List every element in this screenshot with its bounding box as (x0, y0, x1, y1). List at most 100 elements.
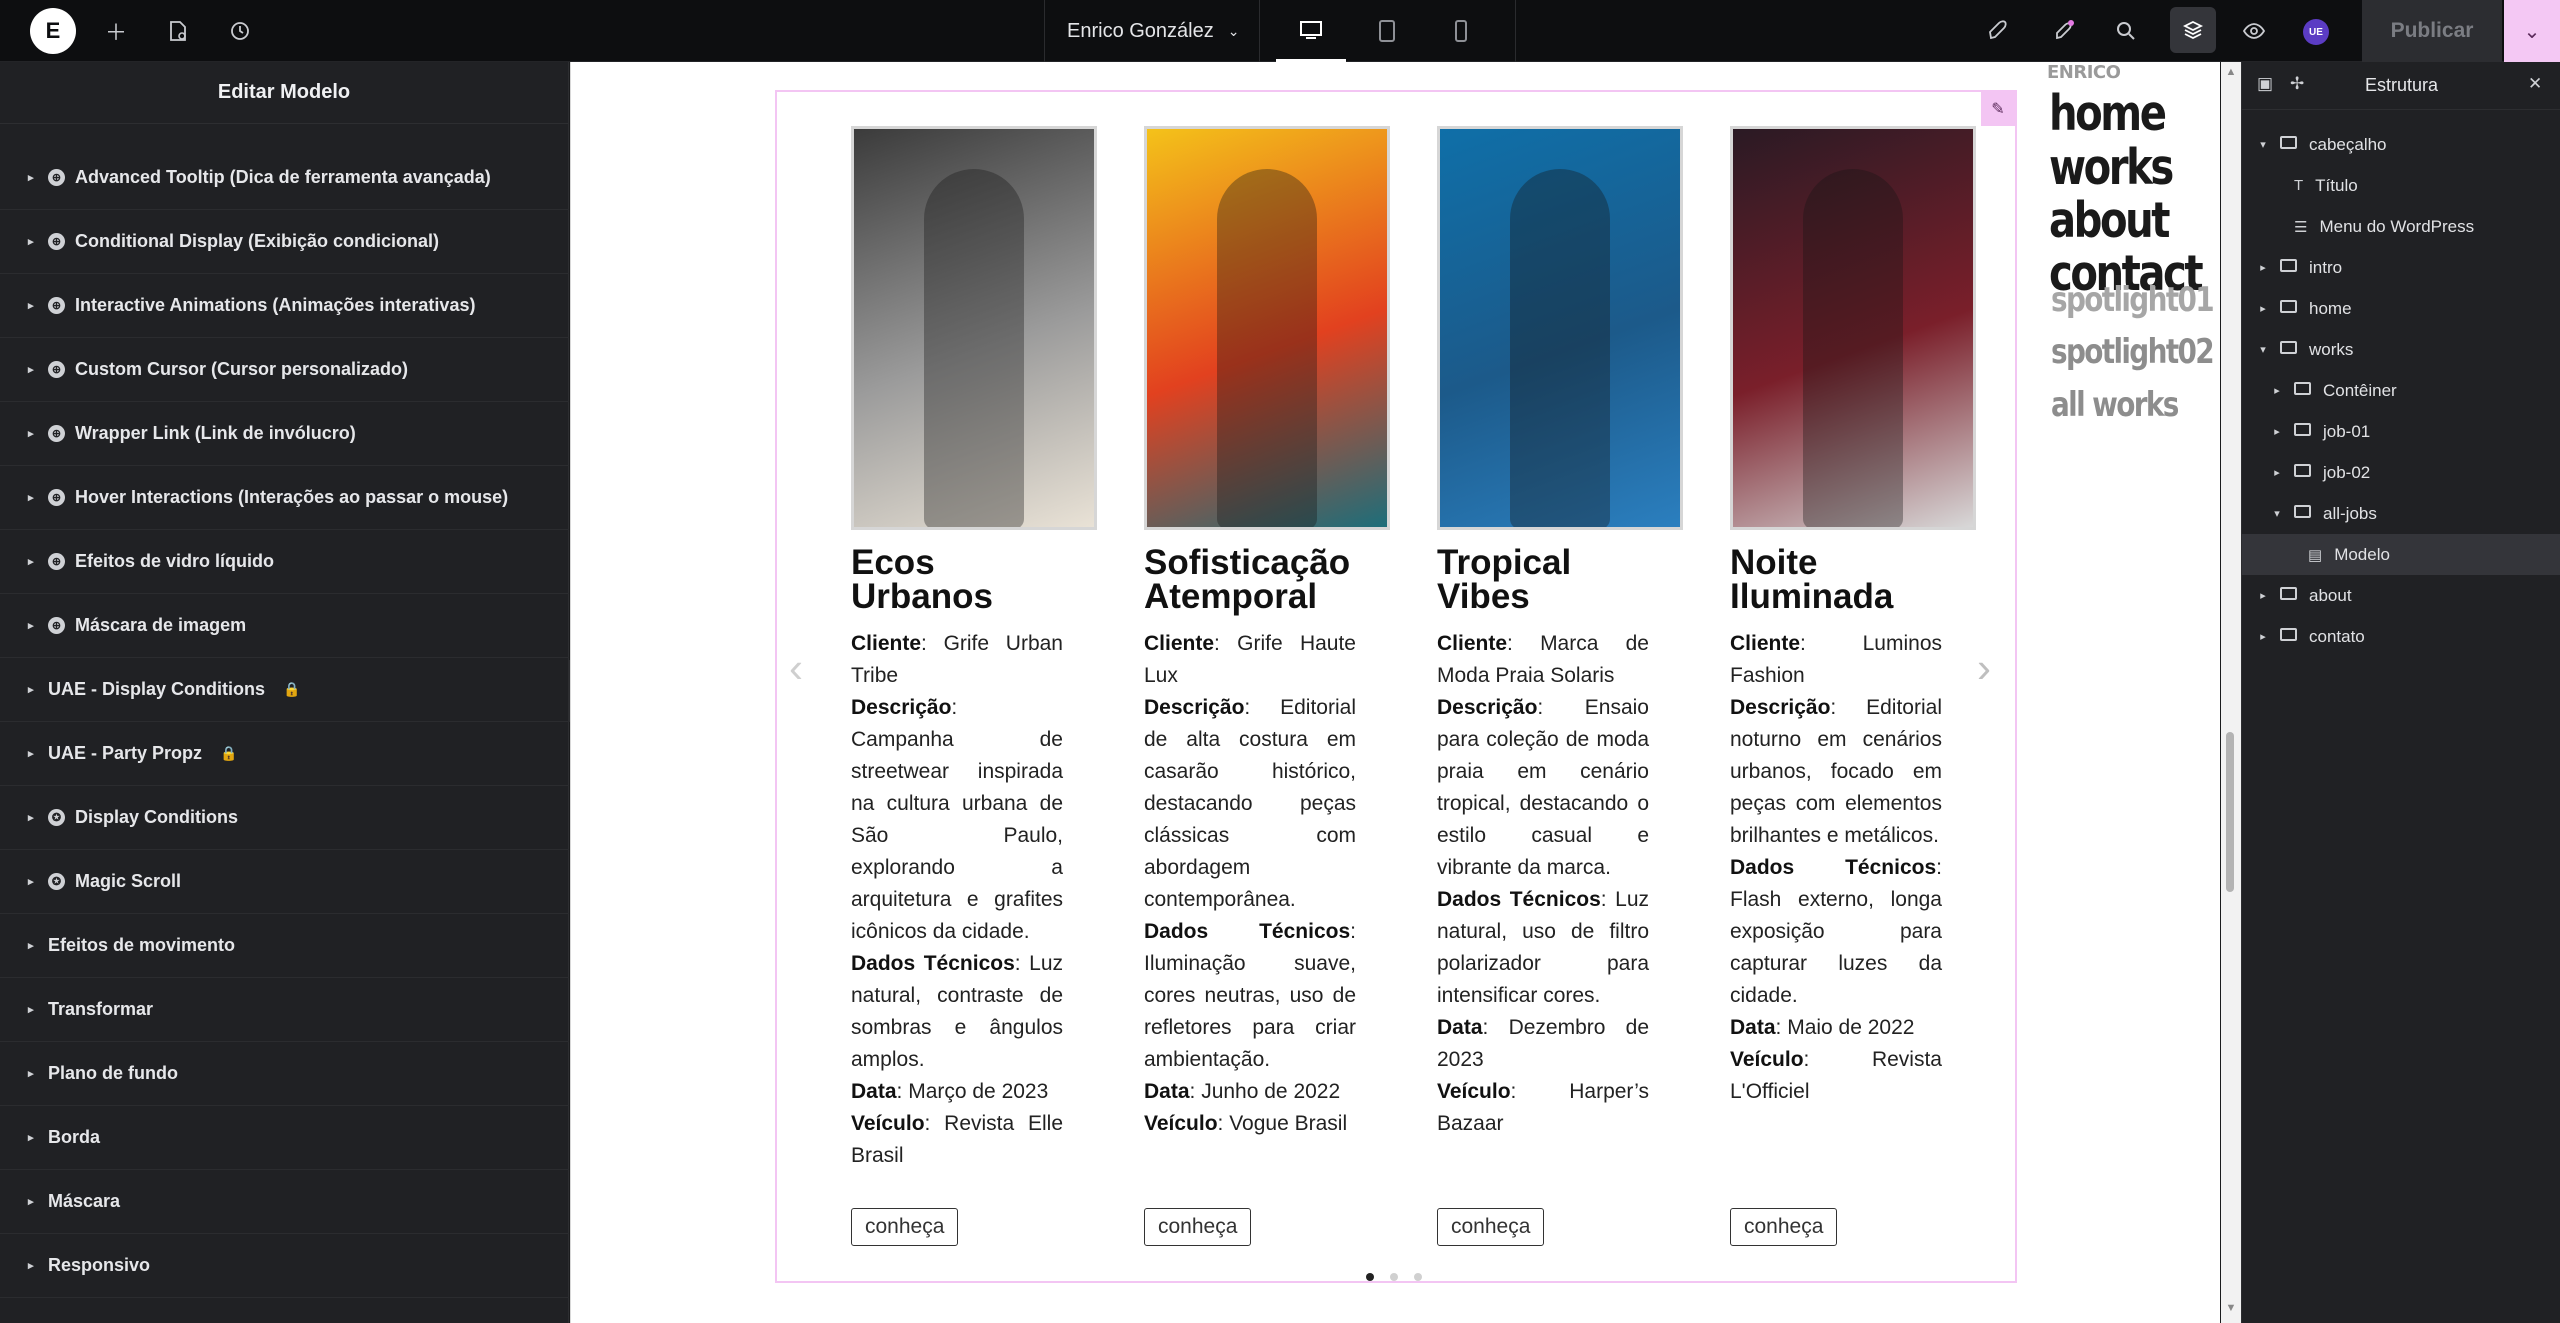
edit-pencil-icon[interactable]: ✎ (1981, 92, 2015, 126)
caret-right-icon[interactable]: ▸ (2256, 589, 2270, 602)
settings-section-6[interactable]: ▸ ⊕ Efeitos de vidro líquido (0, 530, 569, 594)
elementor-logo-icon[interactable]: E (30, 8, 76, 54)
panel-title: Editar Modelo (0, 62, 568, 124)
settings-section-5[interactable]: ▸ ⊕ Hover Interactions (Interações ao pass… (0, 466, 569, 530)
scroll-thumb[interactable] (2226, 732, 2234, 892)
tree-item-cabe-alho[interactable]: ▾ cabeçalho (2242, 124, 2560, 165)
tree-item-menu-do-wordpress[interactable]: ☰ Menu do WordPress (2242, 206, 2560, 247)
carousel-next-arrow-icon[interactable]: › (1977, 644, 1991, 692)
nav-link-works[interactable]: works (2049, 142, 2174, 194)
settings-section-17[interactable]: ▸ Responsivo (0, 1234, 569, 1298)
nav-link-home[interactable]: home (2049, 88, 2167, 140)
desktop-view-icon[interactable] (1276, 0, 1346, 62)
work-photo[interactable] (1730, 126, 1976, 530)
work-photo[interactable] (1437, 126, 1683, 530)
settings-section-15[interactable]: ▸ Borda (0, 1106, 569, 1170)
tree-item-label: Modelo (2334, 544, 2390, 564)
know-more-button[interactable]: conheça (1144, 1208, 1252, 1246)
canvas-scrollbar[interactable]: ▲ ▼ (2221, 62, 2241, 1323)
work-photo[interactable] (851, 126, 1097, 530)
tree-item-label: home (2309, 298, 2352, 318)
settings-section-3[interactable]: ▸ ⊕ Custom Cursor (Cursor personalizado) (0, 338, 569, 402)
pro-icon: ✪ (48, 809, 65, 826)
tree-item-contato[interactable]: ▸ contato (2242, 616, 2560, 657)
mobile-view-icon[interactable] (1426, 0, 1496, 62)
settings-section-13[interactable]: ▸ Transformar (0, 978, 569, 1042)
top-bar: E ＋ Enrico González ⌄ UE Publicar ⌄ (0, 0, 2560, 62)
avatar[interactable]: UE (2303, 19, 2329, 45)
caret-down-icon[interactable]: ▾ (2256, 138, 2270, 151)
section-label: Plano de fundo (48, 1063, 178, 1083)
tree-item-job-02[interactable]: ▸ job-02 (2242, 452, 2560, 493)
settings-section-9[interactable]: ▸ UAE - Party Propz 🔒 (0, 722, 569, 786)
settings-section-8[interactable]: ▸ UAE - Display Conditions 🔒 (0, 658, 569, 722)
know-more-button[interactable]: conheça (1437, 1208, 1545, 1246)
caret-right-icon[interactable]: ▸ (2270, 425, 2284, 438)
caret-right-icon[interactable]: ▸ (2256, 302, 2270, 315)
collapse-all-icon[interactable]: ▣ (2257, 74, 2273, 94)
publish-button[interactable]: Publicar (2362, 0, 2502, 62)
detail-key: Descrição (1437, 696, 1538, 719)
carousel-dot[interactable] (1366, 1273, 1374, 1281)
settings-section-0[interactable]: ▸ ⊕ Advanced Tooltip (Dica de ferramenta a… (0, 146, 569, 210)
close-icon[interactable]: ✕ (2528, 74, 2542, 94)
settings-section-2[interactable]: ▸ ⊕ Interactive Animations (Animações inte… (0, 274, 569, 338)
scroll-up-icon[interactable]: ▲ (2225, 66, 2237, 78)
settings-section-11[interactable]: ▸ ✪ Magic Scroll (0, 850, 569, 914)
settings-section-7[interactable]: ▸ ⊕ Máscara de imagem (0, 594, 569, 658)
preview-eye-icon[interactable] (2226, 0, 2282, 62)
tree-item-modelo[interactable]: ▤ Modelo (2242, 534, 2560, 575)
structure-layers-icon[interactable] (2170, 7, 2216, 53)
caret-right-icon[interactable]: ▸ (2256, 261, 2270, 274)
caret-right-icon[interactable]: ▸ (2270, 384, 2284, 397)
caret-right-icon[interactable]: ▸ (2270, 466, 2284, 479)
tree-item-about[interactable]: ▸ about (2242, 575, 2560, 616)
site-brand: ENRICO (2047, 62, 2121, 83)
section-label: Advanced Tooltip (Dica de ferramenta ava… (75, 167, 491, 187)
tree-item-intro[interactable]: ▸ intro (2242, 247, 2560, 288)
tablet-view-icon[interactable] (1352, 0, 1422, 62)
work-photo[interactable] (1144, 126, 1390, 530)
tree-item-works[interactable]: ▾ works (2242, 329, 2560, 370)
publish-options-chevron-icon[interactable]: ⌄ (2504, 0, 2560, 62)
settings-section-12[interactable]: ▸ Efeitos de movimento (0, 914, 569, 978)
caret-right-icon[interactable]: ▸ (2256, 630, 2270, 643)
tree-item-t-tulo[interactable]: T Título (2242, 165, 2560, 206)
tree-item-all-jobs[interactable]: ▾ all-jobs (2242, 493, 2560, 534)
caret-right-icon: ▸ (28, 556, 34, 568)
search-icon[interactable] (2098, 0, 2154, 62)
history-icon[interactable] (212, 0, 268, 62)
carousel-dot[interactable] (1414, 1273, 1422, 1281)
spotlight-link-02[interactable]: spotlight02 (2051, 332, 2215, 372)
know-more-button[interactable]: conheça (851, 1208, 959, 1246)
settings-section-1[interactable]: ▸ ⊕ Conditional Display (Exibição condicio… (0, 210, 569, 274)
section-label: Efeitos de movimento (48, 935, 236, 955)
caret-right-icon: ▸ (28, 1260, 34, 1272)
add-element-icon[interactable]: ＋ (88, 0, 144, 62)
settings-section-16[interactable]: ▸ Máscara (0, 1170, 569, 1234)
spotlight-link-01[interactable]: spotlight01 (2051, 280, 2215, 320)
know-more-button[interactable]: conheça (1730, 1208, 1838, 1246)
nav-link-about[interactable]: about (2049, 195, 2170, 247)
user-menu[interactable]: Enrico González ⌄ (1044, 0, 1260, 62)
caret-down-icon[interactable]: ▾ (2270, 507, 2284, 520)
carousel-dot[interactable] (1390, 1273, 1398, 1281)
work-title: Sofisticação Atemporal (1144, 543, 1351, 616)
settings-section-10[interactable]: ▸ ✪ Display Conditions (0, 786, 569, 850)
page-settings-icon[interactable] (150, 0, 206, 62)
carousel-prev-arrow-icon[interactable]: ‹ (789, 644, 803, 692)
expand-arrows-icon[interactable]: ✢ (2290, 74, 2304, 94)
settings-section-14[interactable]: ▸ Plano de fundo (0, 1042, 569, 1106)
tree-item-job-01[interactable]: ▸ job-01 (2242, 411, 2560, 452)
rocket-icon[interactable] (1970, 0, 2026, 62)
container-icon (2280, 136, 2297, 153)
caret-down-icon[interactable]: ▾ (2256, 343, 2270, 356)
scroll-down-icon[interactable]: ▼ (2225, 1302, 2237, 1314)
tree-item-home[interactable]: ▸ home (2242, 288, 2560, 329)
tree-item-cont-iner[interactable]: ▸ Contêiner (2242, 370, 2560, 411)
all-works-link[interactable]: all works (2051, 385, 2179, 425)
caret-right-icon: ▸ (28, 684, 34, 696)
detail-key: Dados Técnicos (1730, 856, 1937, 879)
notifications-icon[interactable] (2036, 0, 2092, 62)
settings-section-4[interactable]: ▸ ⊕ Wrapper Link (Link de invólucro) (0, 402, 569, 466)
